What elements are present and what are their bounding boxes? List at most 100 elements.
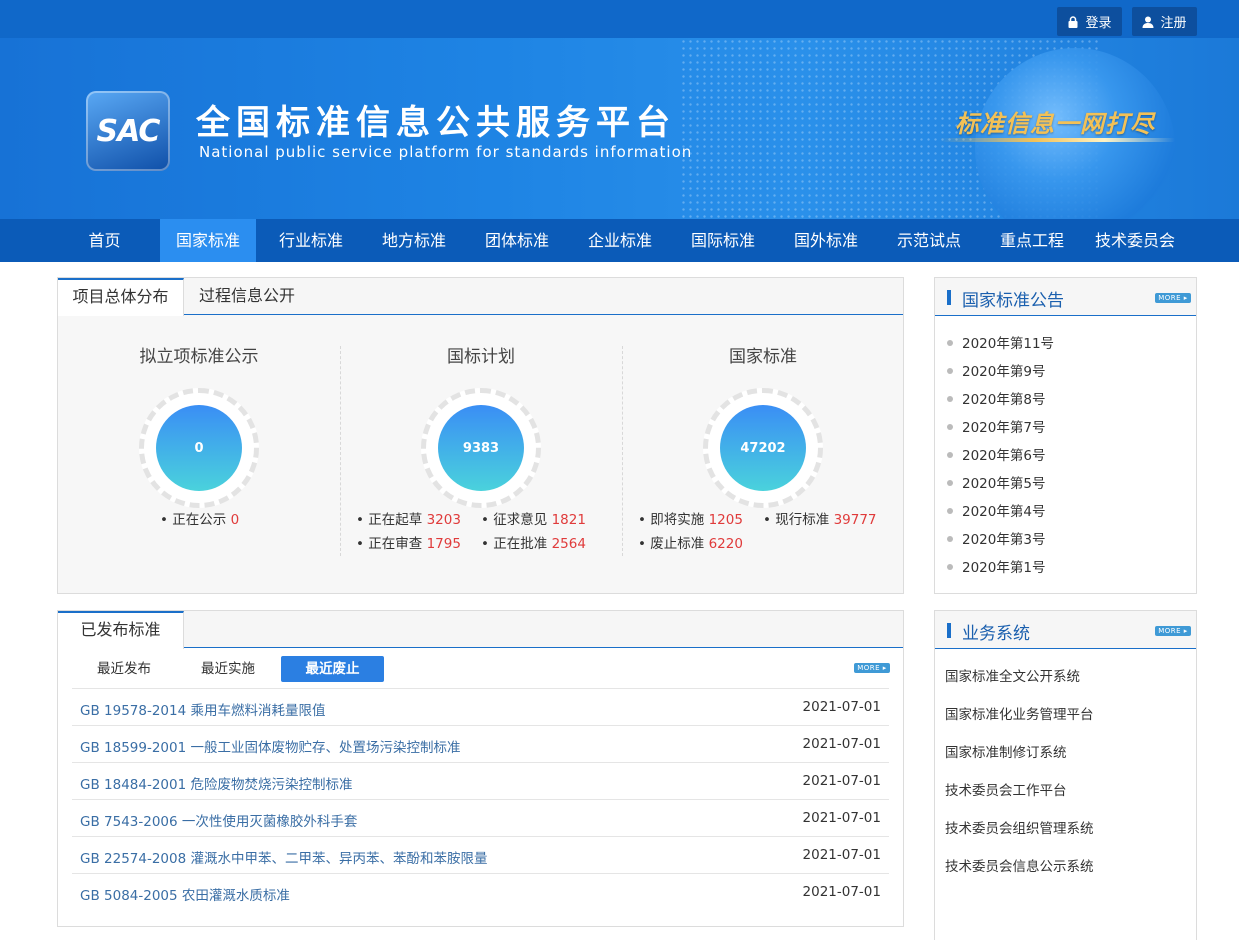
announcements-more-button[interactable]: MORE ▸ (1155, 293, 1191, 303)
header-accent (947, 290, 951, 305)
announcements-header: 国家标准公告 MORE ▸ (935, 278, 1196, 316)
announcement-item[interactable]: 2020年第8号 (947, 388, 1045, 408)
nav-demonstration[interactable]: 示范试点 (881, 219, 977, 262)
stat-line[interactable]: • 现行标准 39777 (763, 508, 877, 528)
header-banner: SAC 全国标准信息公共服务平台 National public service… (0, 38, 1239, 219)
slogan-underline (940, 138, 1175, 142)
subtab-recent-abolished[interactable]: 最近废止 (281, 656, 384, 682)
nav-industry-standards[interactable]: 行业标准 (263, 219, 359, 262)
stat-line[interactable]: • 废止标准 6220 (638, 532, 743, 552)
tab-process-info[interactable]: 过程信息公开 (186, 278, 308, 315)
system-link[interactable]: 技术委员会信息公示系统 (945, 855, 1094, 875)
stat-total[interactable]: 9383 (438, 405, 524, 491)
tab-project-distribution[interactable]: 项目总体分布 (58, 278, 184, 316)
overview-panel: 项目总体分布 过程信息公开 拟立项标准公示 0 • 正在公示 0 国标计划 93… (57, 277, 904, 594)
overview-tabbar: 项目总体分布 过程信息公开 (58, 278, 903, 316)
nav-key-projects[interactable]: 重点工程 (984, 219, 1080, 262)
nav-enterprise-standards[interactable]: 企业标准 (572, 219, 668, 262)
systems-title: 业务系统 (962, 624, 1030, 644)
table-row: GB 22574-2008 灌溉水中甲苯、二甲苯、异丙苯、苯酚和苯胺限量 202… (72, 836, 889, 873)
login-label: 登录 (1085, 16, 1112, 31)
announcement-item[interactable]: 2020年第5号 (947, 472, 1045, 492)
stat-line[interactable]: • 征求意见 1821 (481, 508, 586, 528)
stat-proposed: 拟立项标准公示 0 • 正在公示 0 (58, 328, 340, 568)
main-nav: 首页 国家标准 行业标准 地方标准 团体标准 企业标准 国际标准 国外标准 示范… (0, 219, 1239, 262)
table-row: GB 5084-2005 农田灌溉水质标准 2021-07-01 (72, 873, 889, 910)
standard-link[interactable]: GB 7543-2006 一次性使用灭菌橡胶外科手套 (80, 810, 357, 830)
stat-total[interactable]: 0 (156, 405, 242, 491)
standard-date: 2021-07-01 (802, 810, 881, 826)
nav-technical-committees[interactable]: 技术委员会 (1083, 219, 1187, 262)
stat-line[interactable]: • 即将实施 1205 (638, 508, 743, 528)
lock-icon (1068, 15, 1078, 28)
standard-link[interactable]: GB 18599-2001 一般工业固体废物贮存、处置场污染控制标准 (80, 736, 460, 756)
logo-text: SAC (96, 113, 161, 149)
login-button[interactable]: 登录 (1057, 7, 1122, 36)
top-bar: 登录 注册 (0, 0, 1239, 38)
header-accent (947, 623, 951, 638)
system-link[interactable]: 国家标准制修订系统 (945, 741, 1067, 761)
table-row: GB 19578-2014 乘用车燃料消耗量限值 2021-07-01 (72, 688, 889, 725)
table-row: GB 18484-2001 危险废物焚烧污染控制标准 2021-07-01 (72, 762, 889, 799)
announcements-panel: 国家标准公告 MORE ▸ 2020年第11号 2020年第9号 2020年第8… (934, 277, 1197, 594)
system-link[interactable]: 技术委员会组织管理系统 (945, 817, 1094, 837)
user-icon (1142, 16, 1154, 28)
standard-date: 2021-07-01 (802, 773, 881, 789)
announcement-item[interactable]: 2020年第3号 (947, 528, 1045, 548)
announcement-item[interactable]: 2020年第4号 (947, 500, 1045, 520)
tab-published[interactable]: 已发布标准 (58, 611, 184, 649)
stat-ring: 47202 (703, 388, 823, 508)
announcements-title: 国家标准公告 (962, 291, 1064, 311)
published-panel: 已发布标准 最近发布 最近实施 最近废止 MORE ▸ GB 19578-201… (57, 610, 904, 927)
standard-link[interactable]: GB 5084-2005 农田灌溉水质标准 (80, 884, 290, 904)
system-link[interactable]: 技术委员会工作平台 (945, 779, 1067, 799)
stat-ring: 9383 (421, 388, 541, 508)
subtab-recent-implemented[interactable]: 最近实施 (188, 656, 268, 682)
nav-international-standards[interactable]: 国际标准 (675, 219, 771, 262)
stat-total[interactable]: 47202 (720, 405, 806, 491)
announcement-item[interactable]: 2020年第9号 (947, 360, 1045, 380)
standard-date: 2021-07-01 (802, 884, 881, 900)
stat-line[interactable]: • 正在起草 3203 (356, 508, 461, 528)
stat-line[interactable]: • 正在审查 1795 (356, 532, 461, 552)
sac-logo[interactable]: SAC (86, 91, 170, 171)
site-title: 全国标准信息公共服务平台 (196, 103, 676, 143)
nav-group-standards[interactable]: 团体标准 (469, 219, 565, 262)
stat-ring: 0 (139, 388, 259, 508)
standard-link[interactable]: GB 19578-2014 乘用车燃料消耗量限值 (80, 699, 325, 719)
standard-date: 2021-07-01 (802, 847, 881, 863)
system-link[interactable]: 国家标准化业务管理平台 (945, 703, 1094, 723)
announcement-item[interactable]: 2020年第11号 (947, 332, 1054, 352)
nav-foreign-standards[interactable]: 国外标准 (778, 219, 874, 262)
systems-more-button[interactable]: MORE ▸ (1155, 626, 1191, 636)
standard-link[interactable]: GB 22574-2008 灌溉水中甲苯、二甲苯、异丙苯、苯酚和苯胺限量 (80, 847, 487, 867)
system-link[interactable]: 国家标准全文公开系统 (945, 665, 1080, 685)
table-row: GB 7543-2006 一次性使用灭菌橡胶外科手套 2021-07-01 (72, 799, 889, 836)
systems-header: 业务系统 MORE ▸ (935, 611, 1196, 649)
standard-link[interactable]: GB 18484-2001 危险废物焚烧污染控制标准 (80, 773, 352, 793)
table-row: GB 18599-2001 一般工业固体废物贮存、处置场污染控制标准 2021-… (72, 725, 889, 762)
register-label: 注册 (1160, 16, 1187, 31)
standard-date: 2021-07-01 (802, 736, 881, 752)
nav-local-standards[interactable]: 地方标准 (366, 219, 462, 262)
stat-line[interactable]: • 正在批准 2564 (481, 532, 586, 552)
announcement-item[interactable]: 2020年第6号 (947, 444, 1045, 464)
standard-date: 2021-07-01 (802, 699, 881, 715)
announcement-item[interactable]: 2020年第1号 (947, 556, 1045, 576)
stat-title: 国家标准 (729, 347, 797, 367)
nav-home[interactable]: 首页 (57, 219, 152, 262)
stat-line[interactable]: • 正在公示 0 (160, 508, 239, 528)
announcement-item[interactable]: 2020年第7号 (947, 416, 1045, 436)
subtab-recent-published[interactable]: 最近发布 (84, 656, 164, 682)
register-button[interactable]: 注册 (1132, 7, 1197, 36)
stat-title: 拟立项标准公示 (139, 347, 259, 367)
nav-national-standards[interactable]: 国家标准 (160, 219, 256, 262)
site-subtitle: National public service platform for sta… (199, 143, 693, 161)
published-tabbar: 已发布标准 (58, 611, 903, 649)
stat-title: 国标计划 (447, 347, 515, 367)
published-more-button[interactable]: MORE ▸ (854, 663, 890, 673)
stat-national: 国家标准 47202 • 即将实施 1205 • 现行标准 39777 • 废止… (622, 328, 904, 568)
stat-plan: 国标计划 9383 • 正在起草 3203 • 征求意见 1821 • 正在审查… (340, 328, 622, 568)
systems-panel: 业务系统 MORE ▸ 国家标准全文公开系统 国家标准化业务管理平台 国家标准制… (934, 610, 1197, 940)
slogan: 标准信息一网打尽 (955, 109, 1155, 138)
